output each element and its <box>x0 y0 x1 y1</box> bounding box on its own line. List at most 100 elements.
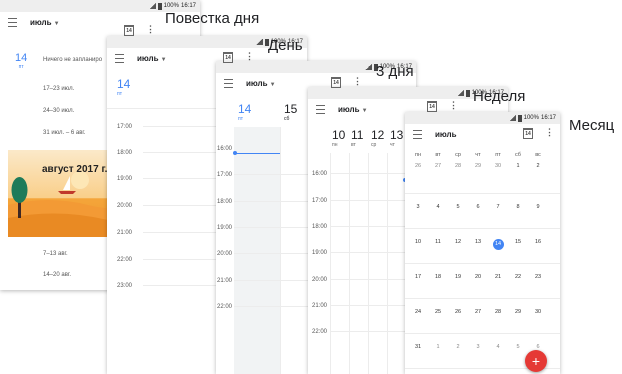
hour-label: 21:00 <box>117 230 133 236</box>
calendar-today-icon[interactable]: 14 <box>124 25 134 36</box>
month-selector[interactable]: июль <box>435 130 457 139</box>
month-day-cell[interactable]: 18 <box>428 274 448 280</box>
month-day-cell[interactable]: 27 <box>428 163 448 169</box>
week-day-header-4[interactable]: 13 чт <box>390 128 403 148</box>
month-day-cell[interactable]: 27 <box>468 309 488 315</box>
month-day-cell[interactable]: 20 <box>468 274 488 280</box>
month-day-cell[interactable]: 1 <box>508 163 528 169</box>
dropdown-arrow-icon: ▼ <box>160 57 167 63</box>
month-day-cell[interactable]: 8 <box>508 204 528 210</box>
month-day-cell[interactable]: 3 <box>408 204 428 210</box>
menu-icon[interactable] <box>224 79 233 88</box>
hour-label: 20:00 <box>312 277 328 283</box>
month-day-cell[interactable]: 26 <box>408 163 428 169</box>
day-header-number: 14 <box>238 102 252 116</box>
month-day-cell[interactable]: 26 <box>448 309 468 315</box>
grid-line <box>280 127 281 374</box>
day-header-2[interactable]: 15 сб <box>284 102 297 122</box>
month-day-cell[interactable]: 5 <box>448 204 468 210</box>
calendar-today-icon[interactable]: 14 <box>523 128 533 139</box>
month-weekday-label: пн <box>414 152 421 158</box>
month-day-cell[interactable]: 3 <box>468 344 488 350</box>
month-day-cell[interactable]: 21 <box>488 274 508 280</box>
hour-label: 16:00 <box>217 146 233 152</box>
month-day-cell[interactable]: 2 <box>528 163 548 169</box>
month-day-cell[interactable]: 13 <box>468 239 488 245</box>
month-day-cell[interactable]: 29 <box>468 163 488 169</box>
month-day-cell[interactable]: 10 <box>408 239 428 245</box>
month-day-cell[interactable]: 6 <box>468 204 488 210</box>
menu-icon[interactable] <box>115 54 124 63</box>
more-options-icon[interactable]: ⋮ <box>545 127 554 138</box>
month-day-cell[interactable]: 31 <box>408 344 428 350</box>
battery-icon <box>517 114 522 122</box>
month-day-cell[interactable]: 2 <box>448 344 468 350</box>
month-day-number: 15 <box>514 239 522 245</box>
month-day-cell[interactable]: 11 <box>428 239 448 245</box>
agenda-date-weekday: пт <box>18 64 24 70</box>
month-day-cell[interactable]: 1 <box>428 344 448 350</box>
agenda-week-1[interactable]: 17–23 июл. <box>43 86 74 92</box>
calendar-today-icon[interactable]: 14 <box>427 101 437 112</box>
month-view-panel: 100% 16:17 июль 14 ⋮ пн вт ср чт пт сб вс 26 27 2… <box>405 112 560 374</box>
month-day-cell[interactable]: 14 <box>488 239 508 250</box>
month-day-cell[interactable]: 12 <box>448 239 468 245</box>
month-day-number: 10 <box>414 239 422 245</box>
month-day-number: 18 <box>434 274 442 280</box>
menu-icon[interactable] <box>8 18 17 27</box>
calendar-today-icon[interactable]: 14 <box>331 77 341 88</box>
more-options-icon[interactable]: ⋮ <box>353 76 362 87</box>
month-selector[interactable]: июль ▼ <box>30 18 60 27</box>
month-day-cell[interactable]: 5 <box>508 344 528 350</box>
day-date: 14 пт <box>117 77 130 97</box>
day-header-1[interactable]: 14 пт <box>238 102 251 122</box>
hour-label: 20:00 <box>117 203 133 209</box>
month-day-cell[interactable]: 28 <box>488 309 508 315</box>
add-event-button[interactable]: + <box>525 350 547 372</box>
calendar-today-icon[interactable]: 14 <box>223 52 233 63</box>
week-day-header-2[interactable]: 11 вт <box>351 128 363 148</box>
month-day-cell[interactable]: 22 <box>508 274 528 280</box>
month-selector[interactable]: июль ▼ <box>338 105 368 114</box>
menu-icon[interactable] <box>316 105 325 114</box>
more-options-icon[interactable]: ⋮ <box>449 100 458 111</box>
month-day-cell[interactable]: 23 <box>528 274 548 280</box>
month-selector[interactable]: июль ▼ <box>246 79 276 88</box>
month-day-cell[interactable]: 4 <box>488 344 508 350</box>
month-day-cell[interactable]: 15 <box>508 239 528 245</box>
month-day-cell[interactable]: 25 <box>428 309 448 315</box>
caption-month: Месяц <box>569 117 615 134</box>
month-day-number: 29 <box>514 309 522 315</box>
month-day-number: 13 <box>474 239 482 245</box>
agenda-week-2[interactable]: 24–30 июл. <box>43 108 74 114</box>
agenda-week-5[interactable]: 14–20 авг. <box>43 272 71 278</box>
month-day-number: 6 <box>476 204 480 210</box>
month-day-cell[interactable]: 29 <box>508 309 528 315</box>
more-options-icon[interactable]: ⋮ <box>245 51 254 62</box>
signal-icon <box>508 115 516 121</box>
battery-icon <box>465 89 470 97</box>
hour-label: 19:00 <box>312 250 328 256</box>
month-day-cell[interactable]: 28 <box>448 163 468 169</box>
month-day-cell[interactable]: 19 <box>448 274 468 280</box>
month-day-cell[interactable]: 7 <box>488 204 508 210</box>
month-day-number: 20 <box>474 274 482 280</box>
menu-icon[interactable] <box>413 130 422 139</box>
week-day-header-1[interactable]: 10 пн <box>332 128 345 148</box>
month-day-cell[interactable]: 30 <box>488 163 508 169</box>
month-day-cell[interactable]: 6 <box>528 344 548 350</box>
month-selector[interactable]: июль ▼ <box>137 54 167 63</box>
month-day-number: 12 <box>454 239 462 245</box>
agenda-empty-note: Ничего не запланиро <box>43 57 103 63</box>
agenda-week-3[interactable]: 31 июл. – 6 авг. <box>43 130 86 136</box>
month-day-cell[interactable]: 9 <box>528 204 548 210</box>
week-day-header-3[interactable]: 12 ср <box>371 128 384 148</box>
month-day-cell[interactable]: 24 <box>408 309 428 315</box>
agenda-week-4[interactable]: 7–13 авг. <box>43 251 68 257</box>
month-day-cell[interactable]: 17 <box>408 274 428 280</box>
month-day-cell[interactable]: 4 <box>428 204 448 210</box>
month-day-number: 1 <box>516 163 520 169</box>
more-options-icon[interactable]: ⋮ <box>146 24 155 35</box>
month-day-cell[interactable]: 30 <box>528 309 548 315</box>
month-day-cell[interactable]: 16 <box>528 239 548 245</box>
